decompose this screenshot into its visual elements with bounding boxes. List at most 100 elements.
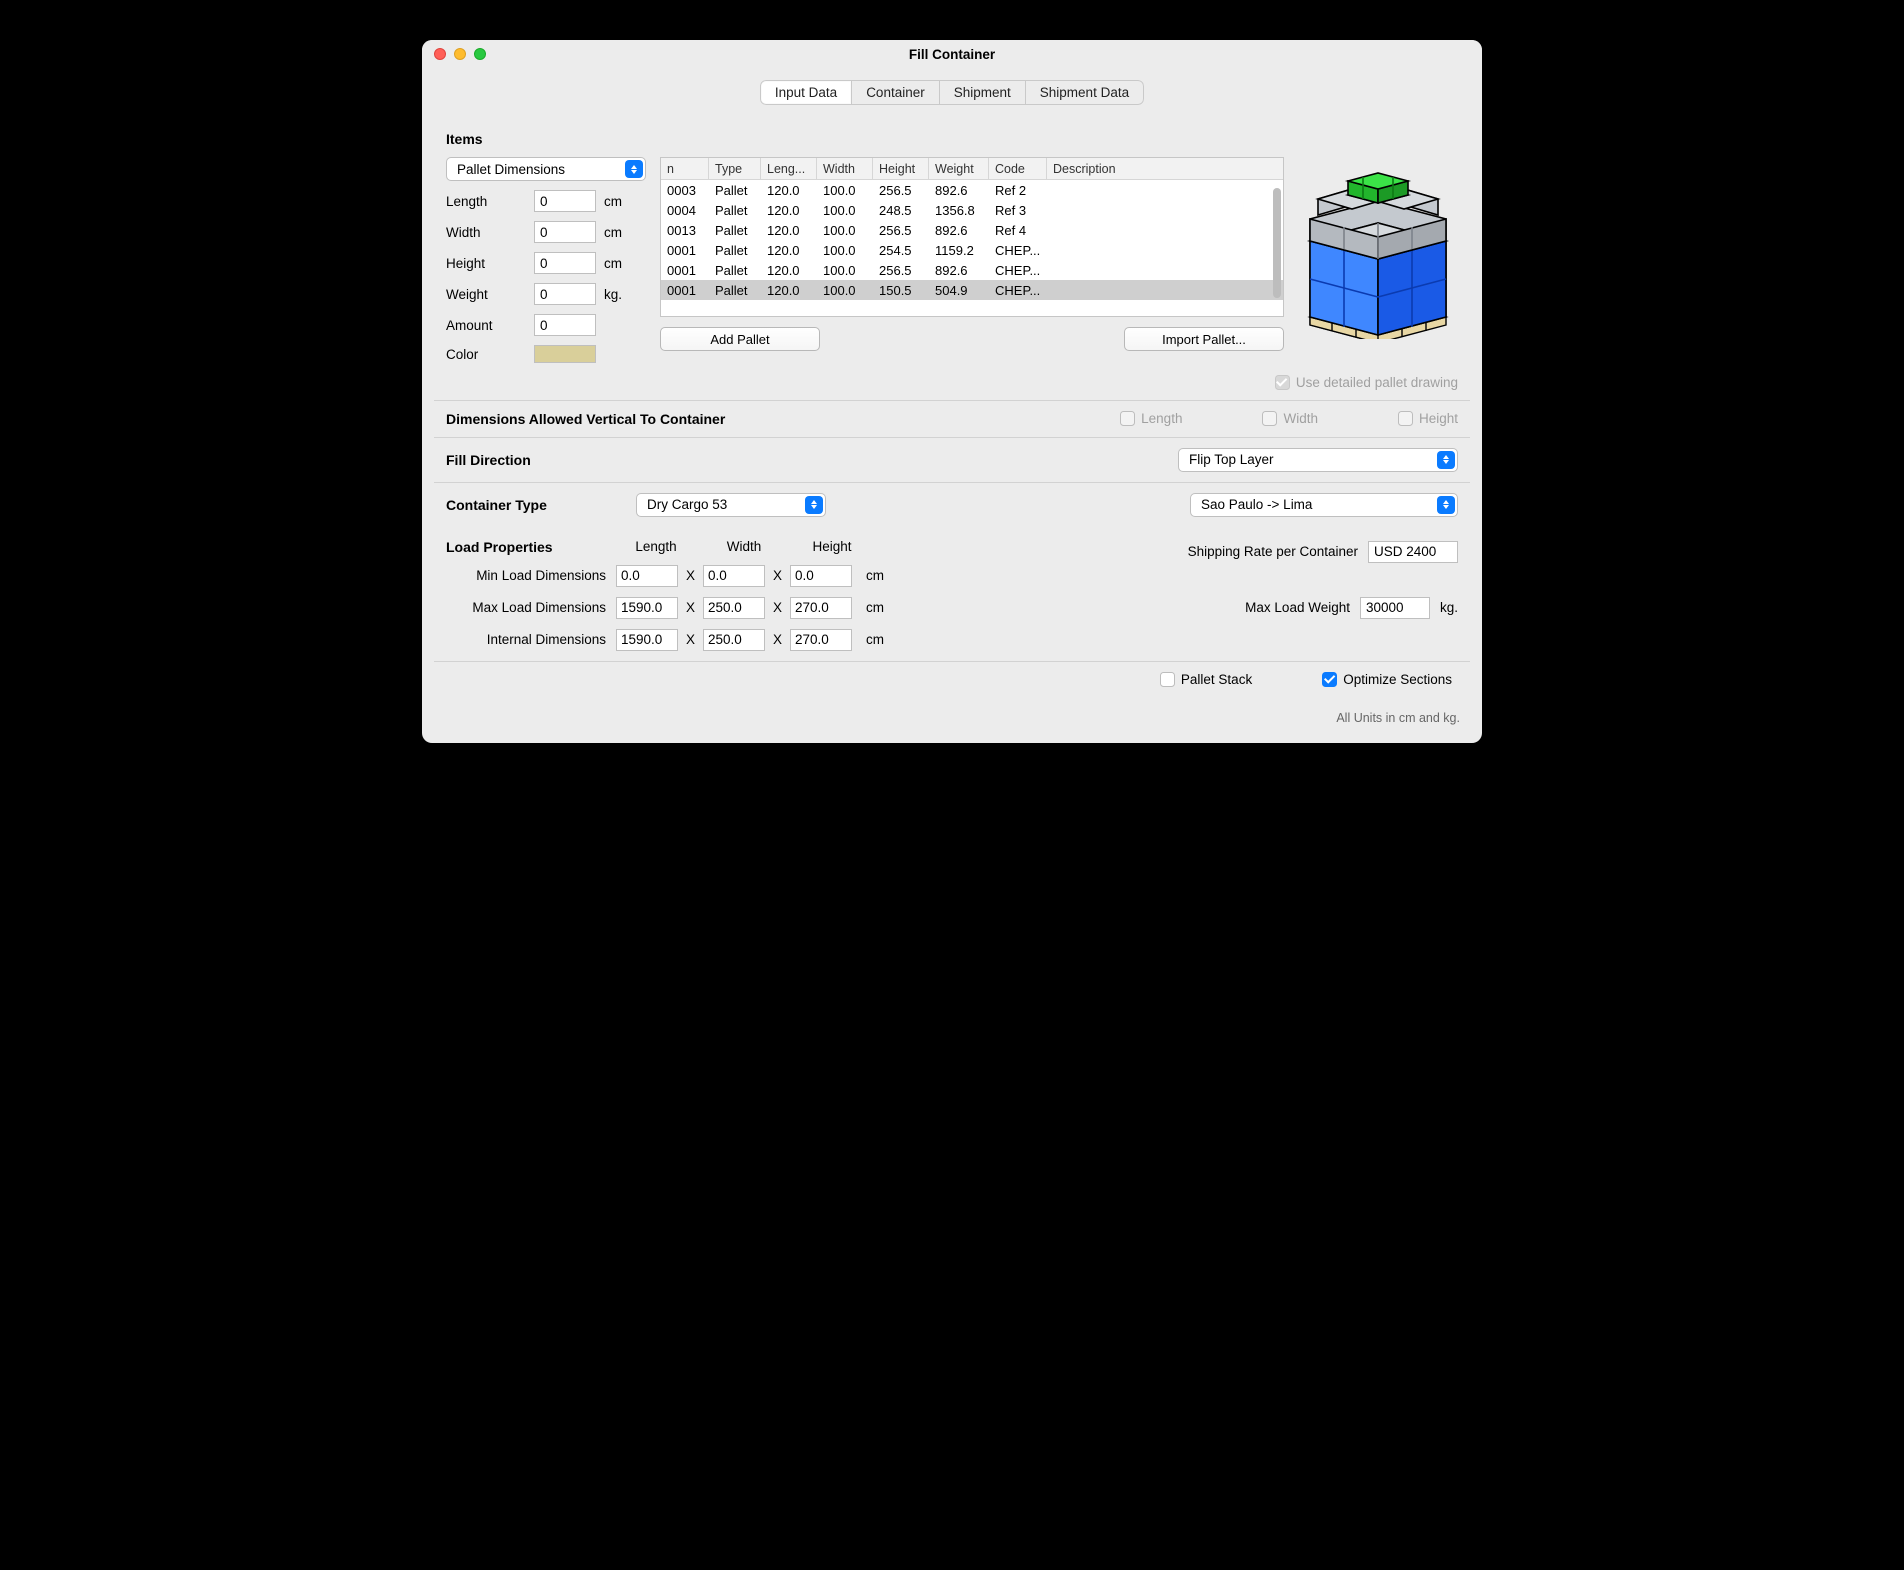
chevron-updown-icon	[805, 496, 823, 514]
table-cell: 120.0	[761, 183, 817, 198]
table-cell: 0003	[661, 183, 709, 198]
table-buttons: Add Pallet Import Pallet...	[660, 327, 1284, 351]
table-cell: CHEP...	[989, 243, 1047, 258]
chevron-updown-icon	[625, 160, 643, 178]
table-row[interactable]: 0001Pallet120.0100.0150.5504.9CHEP...	[661, 280, 1283, 300]
th-height[interactable]: Height	[873, 158, 929, 179]
int-height-input[interactable]	[790, 629, 852, 651]
add-pallet-button[interactable]: Add Pallet	[660, 327, 820, 351]
color-swatch[interactable]	[534, 345, 596, 363]
table-cell: Ref 4	[989, 223, 1047, 238]
weight-label: Weight	[446, 287, 526, 302]
rate-label: Shipping Rate per Container	[1188, 544, 1358, 559]
table-cell: 100.0	[817, 183, 873, 198]
load-properties-label: Load Properties	[446, 539, 616, 555]
container-type-select[interactable]: Dry Cargo 53	[636, 493, 826, 517]
load-left: Load Properties Length Width Height Min …	[446, 523, 1086, 651]
th-width[interactable]: Width	[817, 158, 873, 179]
allow-width-label: Width	[1283, 411, 1318, 426]
table-cell: 0001	[661, 283, 709, 298]
table-cell: Ref 2	[989, 183, 1047, 198]
table-row[interactable]: 0001Pallet120.0100.0256.5892.6CHEP...	[661, 260, 1283, 280]
fill-direction-select[interactable]: Flip Top Layer	[1178, 448, 1458, 472]
table-cell: 0001	[661, 243, 709, 258]
import-pallet-button[interactable]: Import Pallet...	[1124, 327, 1284, 351]
dimension-checks: Length Width Height	[1120, 411, 1458, 426]
items-table[interactable]: n Type Leng... Width Height Weight Code …	[660, 157, 1284, 317]
table-cell: Pallet	[709, 283, 761, 298]
max-unit: cm	[866, 600, 884, 615]
min-height-input[interactable]	[790, 565, 852, 587]
tab-container[interactable]: Container	[852, 80, 940, 105]
allow-width-checkbox	[1262, 411, 1277, 426]
th-length[interactable]: Leng...	[761, 158, 817, 179]
max-length-input[interactable]	[616, 597, 678, 619]
tab-input-data[interactable]: Input Data	[760, 80, 852, 105]
maxw-input[interactable]	[1360, 597, 1430, 619]
table-row[interactable]: 0001Pallet120.0100.0254.51159.2CHEP...	[661, 240, 1283, 260]
table-row[interactable]: 0004Pallet120.0100.0248.51356.8Ref 3	[661, 200, 1283, 220]
th-code[interactable]: Code	[989, 158, 1047, 179]
pallet-mode-select[interactable]: Pallet Dimensions	[446, 157, 646, 181]
load-right: Shipping Rate per Container Max Load Wei…	[1126, 523, 1458, 651]
min-length-input[interactable]	[616, 565, 678, 587]
titlebar: Fill Container	[422, 40, 1482, 68]
table-cell: 256.5	[873, 183, 929, 198]
optimize-sections-checkbox[interactable]	[1322, 672, 1337, 687]
weight-input[interactable]	[534, 283, 596, 305]
allow-height-checkbox	[1398, 411, 1413, 426]
min-width-input[interactable]	[703, 565, 765, 587]
table-cell: 120.0	[761, 203, 817, 218]
item-form: Pallet Dimensions Length cm Width cm	[446, 157, 646, 363]
table-row[interactable]: 0013Pallet120.0100.0256.5892.6Ref 4	[661, 220, 1283, 240]
maxw-unit: kg.	[1440, 600, 1458, 615]
th-type[interactable]: Type	[709, 158, 761, 179]
route-select[interactable]: Sao Paulo -> Lima	[1190, 493, 1458, 517]
maxw-label: Max Load Weight	[1245, 600, 1350, 615]
weight-unit: kg.	[604, 287, 622, 302]
panel: Items Pallet Dimensions Length cm Width	[434, 117, 1470, 697]
container-type-row: Container Type Dry Cargo 53 Sao Paulo ->…	[446, 493, 1458, 517]
route-value: Sao Paulo -> Lima	[1201, 497, 1312, 512]
rate-input[interactable]	[1368, 541, 1458, 563]
fill-direction-value: Flip Top Layer	[1189, 452, 1274, 467]
tab-shipment[interactable]: Shipment	[940, 80, 1026, 105]
table-cell: 100.0	[817, 223, 873, 238]
max-width-input[interactable]	[703, 597, 765, 619]
tab-control: Input Data Container Shipment Shipment D…	[760, 80, 1144, 105]
table-header: n Type Leng... Width Height Weight Code …	[661, 158, 1283, 180]
table-body: 0003Pallet120.0100.0256.5892.6Ref 20004P…	[661, 180, 1283, 300]
table-cell: 256.5	[873, 263, 929, 278]
length-input[interactable]	[534, 190, 596, 212]
width-input[interactable]	[534, 221, 596, 243]
table-cell: 248.5	[873, 203, 929, 218]
table-cell: 120.0	[761, 243, 817, 258]
max-load-label: Max Load Dimensions	[446, 600, 616, 615]
th-n[interactable]: n	[661, 158, 709, 179]
table-cell: CHEP...	[989, 283, 1047, 298]
pallet-stack-checkbox[interactable]	[1160, 672, 1175, 687]
max-height-input[interactable]	[790, 597, 852, 619]
pallet-stack-label: Pallet Stack	[1181, 672, 1252, 687]
table-cell: Pallet	[709, 203, 761, 218]
height-input[interactable]	[534, 252, 596, 274]
min-load-label: Min Load Dimensions	[446, 568, 616, 583]
scrollbar[interactable]	[1273, 188, 1281, 298]
table-cell: 120.0	[761, 283, 817, 298]
amount-label: Amount	[446, 318, 526, 333]
table-cell: 100.0	[817, 283, 873, 298]
amount-input[interactable]	[534, 314, 596, 336]
th-desc[interactable]: Description	[1047, 158, 1283, 179]
detailed-pallet-checkbox	[1275, 375, 1290, 390]
table-cell: Pallet	[709, 243, 761, 258]
int-width-input[interactable]	[703, 629, 765, 651]
th-weight[interactable]: Weight	[929, 158, 989, 179]
table-row[interactable]: 0003Pallet120.0100.0256.5892.6Ref 2	[661, 180, 1283, 200]
allow-length-label: Length	[1141, 411, 1182, 426]
int-length-input[interactable]	[616, 629, 678, 651]
table-cell: 1356.8	[929, 203, 989, 218]
container-type-value: Dry Cargo 53	[647, 497, 727, 512]
int-unit: cm	[866, 632, 884, 647]
tab-shipment-data[interactable]: Shipment Data	[1026, 80, 1144, 105]
table-cell: 100.0	[817, 203, 873, 218]
